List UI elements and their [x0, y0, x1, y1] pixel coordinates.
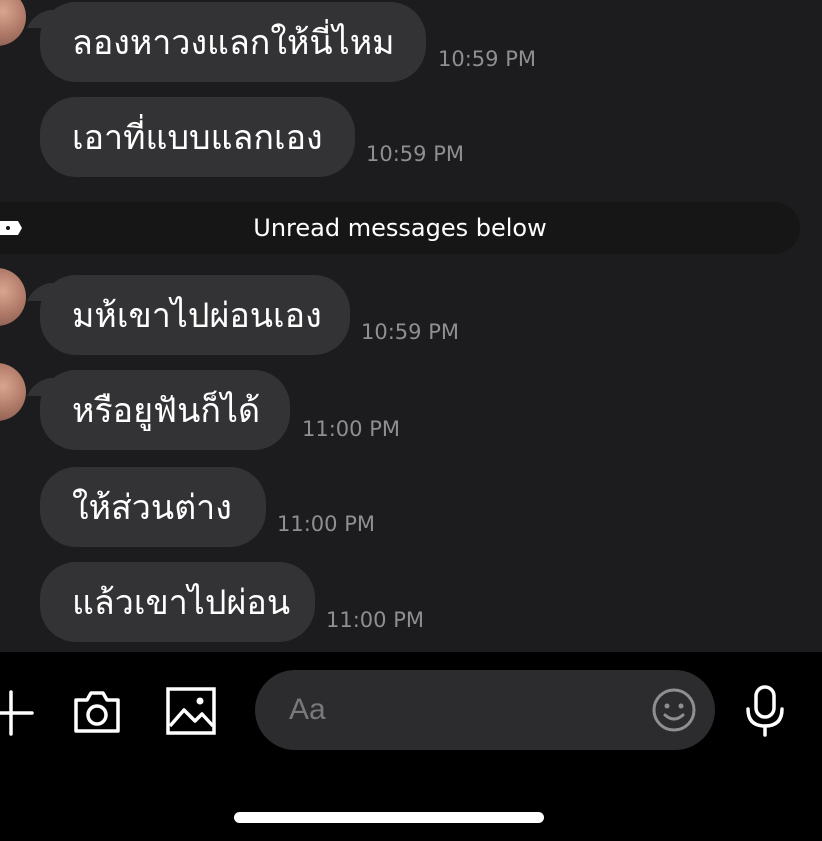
- avatar[interactable]: [0, 0, 26, 46]
- home-indicator[interactable]: [234, 812, 544, 823]
- plus-icon: [0, 690, 34, 736]
- message-timestamp: 11:00 PM: [277, 512, 375, 536]
- message-text: มห้เขาไปผ่อนเอง: [72, 296, 322, 336]
- image-icon: [166, 687, 216, 735]
- message-bubble[interactable]: แล้วเขาไปผ่อน: [40, 562, 315, 642]
- avatar[interactable]: [0, 363, 26, 421]
- message-timestamp: 10:59 PM: [361, 320, 459, 344]
- message-bubble[interactable]: มห้เขาไปผ่อนเอง: [40, 275, 350, 355]
- message-field[interactable]: [255, 670, 715, 750]
- message-text: แล้วเขาไปผ่อน: [72, 583, 291, 623]
- message-timestamp: 11:00 PM: [302, 417, 400, 441]
- unread-divider-label: Unread messages below: [253, 214, 547, 242]
- message-text: ลองหาวงแลกให้นี่ไหม: [72, 23, 395, 63]
- message-bubble[interactable]: ให้ส่วนต่าง: [40, 467, 266, 547]
- tag-icon: [0, 221, 22, 235]
- message-timestamp: 11:00 PM: [326, 608, 424, 632]
- avatar[interactable]: [0, 268, 26, 326]
- message-bubble[interactable]: เอาที่แบบแลกเอง: [40, 97, 355, 177]
- message-bubble[interactable]: หรือยูฟันก็ได้: [40, 370, 290, 450]
- message-timestamp: 10:59 PM: [366, 142, 464, 166]
- plus-button[interactable]: [0, 688, 36, 738]
- composer-bar: [0, 652, 822, 841]
- microphone-button[interactable]: [742, 684, 788, 738]
- message-text: หรือยูฟันก็ได้: [72, 391, 261, 431]
- gallery-button[interactable]: [165, 686, 217, 736]
- camera-icon: [74, 691, 120, 733]
- message-text: เอาที่แบบแลกเอง: [72, 118, 323, 158]
- emoji-button[interactable]: [651, 687, 697, 733]
- message-list[interactable]: ลองหาวงแลกให้นี่ไหม 10:59 PM เอาที่แบบแล…: [0, 0, 822, 652]
- microphone-icon: [746, 685, 784, 737]
- message-timestamp: 10:59 PM: [438, 47, 536, 71]
- message-input[interactable]: [289, 670, 629, 750]
- camera-button[interactable]: [72, 686, 122, 736]
- emoji-icon: [652, 688, 696, 732]
- message-bubble[interactable]: ลองหาวงแลกให้นี่ไหม: [40, 2, 426, 82]
- message-text: ให้ส่วนต่าง: [72, 488, 232, 528]
- unread-divider: Unread messages below: [0, 202, 800, 254]
